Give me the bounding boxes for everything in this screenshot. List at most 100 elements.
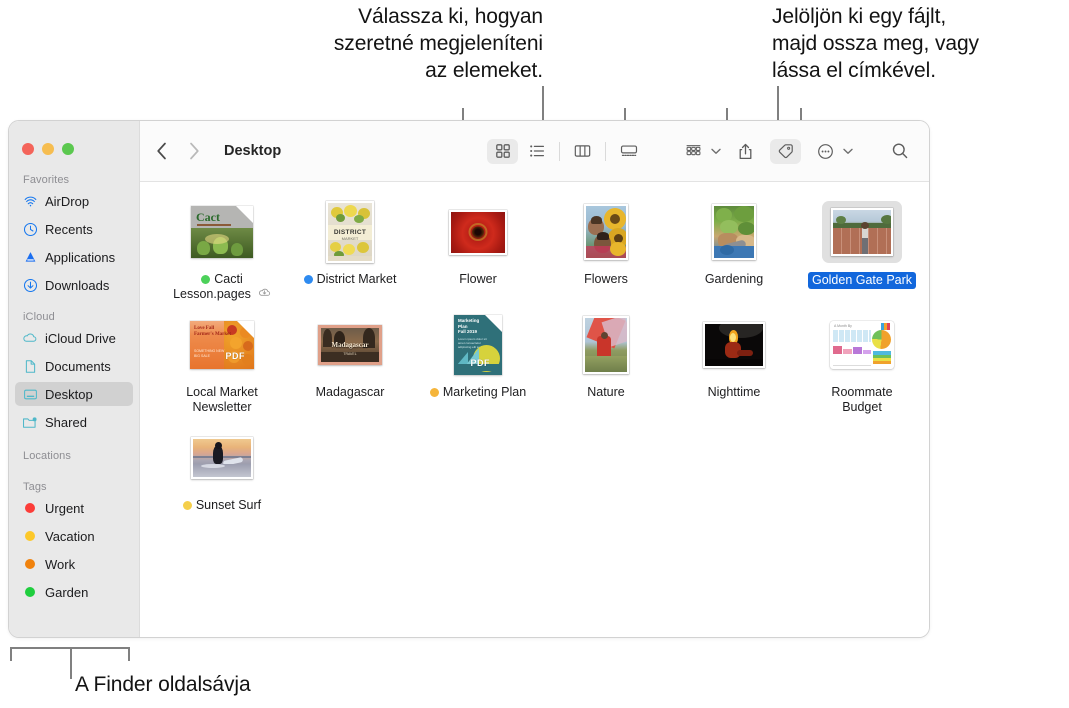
- thumbnail: Cact: [182, 200, 262, 264]
- action-menu-button[interactable]: [810, 139, 841, 164]
- tag-dot-icon: [182, 501, 192, 510]
- sidebar-item-tag-garden[interactable]: Garden: [15, 580, 133, 604]
- chevron-down-icon[interactable]: [711, 148, 721, 155]
- icloud-download-icon[interactable]: [258, 287, 271, 298]
- sidebar-section-icloud: iCloud iCloud Drive Documents Desktop Sh…: [9, 311, 139, 434]
- thumbnail: [574, 313, 638, 377]
- sidebar-heading-icloud: iCloud: [23, 311, 55, 323]
- file-grid-area[interactable]: Cact Cacti Lesson.pages DISTRICT MARKET …: [140, 182, 929, 637]
- page-title: Desktop: [224, 143, 282, 159]
- desktop-icon: [22, 386, 38, 402]
- image-thumbnail: [703, 322, 765, 368]
- thumbnail: [440, 200, 516, 264]
- file-label-row-2: Lesson.pages: [173, 287, 271, 302]
- finder-toolbar: Desktop: [140, 121, 929, 182]
- image-thumbnail: [584, 204, 628, 260]
- tag-dot-icon: [429, 388, 439, 397]
- sidebar-item-tag-urgent[interactable]: Urgent: [15, 496, 133, 520]
- file-label-row: Nature: [587, 385, 625, 400]
- gallery-view-button[interactable]: [613, 139, 644, 164]
- sidebar-section-locations: Locations: [9, 450, 139, 465]
- file-item-gardening[interactable]: Gardening: [670, 200, 798, 302]
- tag-dot-red-icon: [22, 500, 38, 516]
- file-item-flowers[interactable]: Flowers: [542, 200, 670, 302]
- file-label: Local Market: [186, 385, 258, 399]
- finder-window: Favorites AirDrop Recents Applications D…: [8, 120, 930, 638]
- thumbnail: Marketing Plan Fall 2019 Lorem ipsum dolor…: [445, 313, 511, 377]
- chevron-down-icon[interactable]: [843, 148, 853, 155]
- tag-dot-yellow-icon: [22, 528, 38, 544]
- file-label: Roommate: [831, 385, 893, 399]
- thumbnail: [694, 313, 774, 377]
- thumbnail: [822, 200, 902, 264]
- file-label: Cacti: [214, 272, 243, 286]
- file-label: Gardening: [704, 272, 764, 286]
- sidebar-heading-favorites: Favorites: [23, 174, 70, 186]
- callout-sidebar: A Finder oldalsávja: [75, 673, 251, 696]
- file-label: Madagascar: [315, 385, 385, 399]
- screenshot-root: Válassza ki, hogyan szeretné megjeleníte…: [0, 0, 1069, 708]
- sidebar-item-desktop[interactable]: Desktop: [15, 382, 133, 406]
- shared-folder-icon: [22, 414, 38, 430]
- thumbnail: [703, 200, 765, 264]
- search-button[interactable]: [884, 139, 915, 164]
- file-label-row: Flowers: [584, 272, 628, 287]
- image-thumbnail: [583, 316, 629, 374]
- file-item-roommate-budget[interactable]: A Month By Roommate Budget: [798, 313, 926, 415]
- clock-icon: [22, 221, 38, 237]
- sidebar-item-label: Downloads: [45, 277, 110, 293]
- sidebar-item-applications[interactable]: Applications: [15, 245, 133, 269]
- navigation-buttons: [156, 142, 200, 160]
- file-grid: Cact Cacti Lesson.pages DISTRICT MARKET …: [158, 200, 917, 513]
- list-view-button[interactable]: [521, 139, 552, 164]
- file-item-district-market[interactable]: DISTRICT MARKET District Market: [286, 200, 414, 302]
- file-item-golden-gate-park[interactable]: Golden Gate Park: [798, 200, 926, 302]
- keynote-thumbnail: Madagascar TRAVEL: [318, 325, 382, 365]
- file-item-nature[interactable]: Nature: [542, 313, 670, 415]
- sidebar-item-downloads[interactable]: Downloads: [15, 273, 133, 297]
- finder-sidebar: Favorites AirDrop Recents Applications D…: [9, 121, 140, 637]
- sidebar-item-shared[interactable]: Shared: [15, 410, 133, 434]
- tag-dot-green-icon: [22, 584, 38, 600]
- sidebar-item-tag-work[interactable]: Work: [15, 552, 133, 576]
- icon-view-button[interactable]: [487, 138, 518, 164]
- file-item-flower[interactable]: Flower: [414, 200, 542, 302]
- pdf-document-thumbnail: Marketing Plan Fall 2019 Lorem ipsum dolor…: [454, 315, 502, 375]
- tag-button[interactable]: [770, 138, 801, 164]
- group-by-button[interactable]: [678, 139, 709, 164]
- file-label-row: Cacti: [201, 272, 243, 287]
- forward-button[interactable]: [188, 142, 200, 160]
- zoom-button[interactable]: [62, 143, 74, 155]
- tag-dot-orange-icon: [22, 556, 38, 572]
- file-item-madagascar[interactable]: Madagascar TRAVEL Madagascar: [286, 313, 414, 415]
- sidebar-item-label: Shared: [45, 414, 87, 430]
- file-item-marketing-plan[interactable]: Marketing Plan Fall 2019 Lorem ipsum dolor…: [414, 313, 542, 415]
- sidebar-item-recents[interactable]: Recents: [15, 217, 133, 241]
- file-label: Sunset Surf: [195, 498, 262, 512]
- sidebar-item-airdrop[interactable]: AirDrop: [15, 189, 133, 213]
- action-menu-control[interactable]: [810, 139, 853, 164]
- close-button[interactable]: [22, 143, 34, 155]
- file-item-nighttime[interactable]: Nighttime: [670, 313, 798, 415]
- file-label: Newsletter: [192, 400, 252, 414]
- file-label-row: Flower: [459, 272, 497, 287]
- minimize-button[interactable]: [42, 143, 54, 155]
- sidebar-item-label: AirDrop: [45, 193, 90, 209]
- file-item-sunset-surf[interactable]: Sunset Surf: [158, 426, 286, 513]
- back-button[interactable]: [156, 142, 168, 160]
- sidebar-item-documents[interactable]: Documents: [15, 354, 133, 378]
- group-by-control[interactable]: [678, 139, 721, 164]
- toolbar-divider-1: [559, 141, 560, 161]
- file-item-local-market-newsletter[interactable]: Love Fall Farmer's Market SOMETHING NEW BI…: [158, 313, 286, 415]
- sidebar-item-tag-vacation[interactable]: Vacation: [15, 524, 133, 548]
- file-label-row-2: Budget: [842, 400, 882, 415]
- sidebar-item-icloud-drive[interactable]: iCloud Drive: [15, 326, 133, 350]
- file-label: Lesson.pages: [173, 287, 251, 301]
- callout-share-tag: Jelöljön ki egy fájlt, majd ossza meg, v…: [772, 5, 979, 82]
- tag-dot-icon: [303, 275, 313, 284]
- sidebar-item-label: Work: [45, 556, 76, 572]
- file-item-cacti-lesson[interactable]: Cact Cacti Lesson.pages: [158, 200, 286, 302]
- sidebar-item-label: Documents: [45, 358, 111, 374]
- column-view-button[interactable]: [567, 139, 598, 164]
- share-button[interactable]: [730, 139, 761, 164]
